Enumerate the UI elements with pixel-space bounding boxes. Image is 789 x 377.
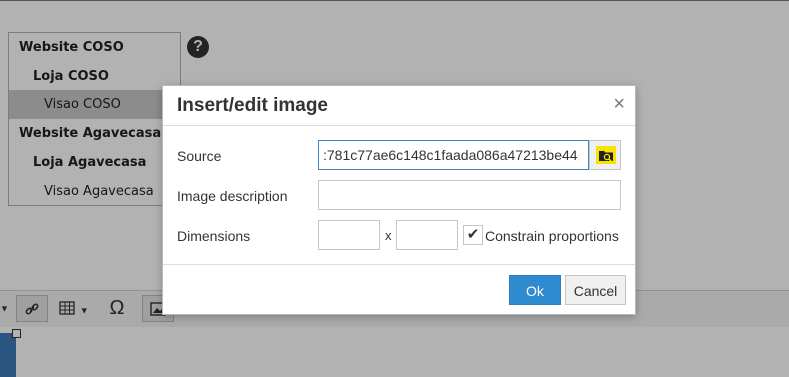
cancel-button[interactable]: Cancel (565, 275, 626, 305)
constrain-checkbox[interactable]: ✔ (463, 225, 483, 245)
dialog-title: Insert/edit image (177, 95, 328, 116)
width-input[interactable] (318, 220, 380, 250)
dimension-separator: x (385, 228, 392, 243)
dialog-header: Insert/edit image × (163, 86, 635, 126)
folder-search-icon (596, 146, 616, 164)
source-label: Source (177, 148, 222, 164)
close-icon[interactable]: × (613, 93, 625, 115)
insert-image-dialog: Insert/edit image × Source :781c77ae6c14… (162, 85, 636, 315)
browse-button[interactable] (589, 140, 621, 170)
ok-button[interactable]: Ok (509, 275, 561, 305)
source-input[interactable]: :781c77ae6c148c1faada086a47213be44 (318, 140, 589, 170)
description-label: Image description (177, 188, 288, 204)
dimensions-label: Dimensions (177, 228, 251, 244)
dialog-footer-divider (163, 264, 635, 265)
description-input[interactable] (318, 180, 621, 210)
height-input[interactable] (396, 220, 458, 250)
constrain-label[interactable]: Constrain proportions (485, 228, 619, 244)
